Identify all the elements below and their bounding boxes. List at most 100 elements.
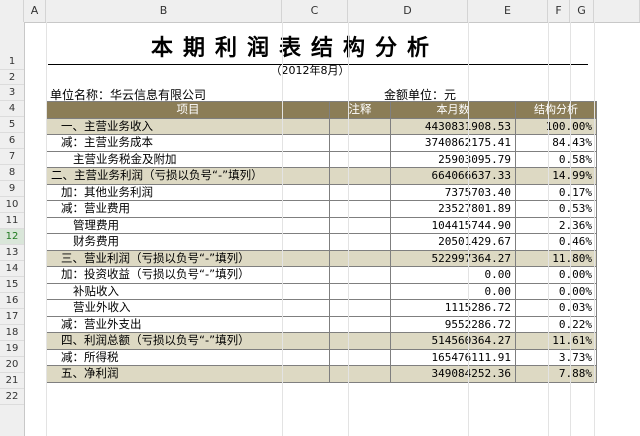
- item-cell[interactable]: 补贴收入: [46, 282, 330, 300]
- amount-cell[interactable]: 104415744.90: [390, 216, 516, 234]
- pct-cell[interactable]: 7.88%: [515, 365, 597, 383]
- amount-cell[interactable]: 1115286.72: [390, 299, 516, 317]
- pct-cell[interactable]: 0.53%: [515, 200, 597, 218]
- amount-cell[interactable]: 3740862175.41: [390, 134, 516, 152]
- header-note[interactable]: 注释: [329, 101, 391, 119]
- amount-cell[interactable]: 0.00: [390, 266, 516, 284]
- column-header-C[interactable]: C: [282, 0, 348, 22]
- amount-cell[interactable]: 20501429.67: [390, 233, 516, 251]
- note-cell[interactable]: [329, 299, 391, 317]
- row-header-2[interactable]: 2: [0, 70, 24, 85]
- item-cell[interactable]: 财务费用: [46, 233, 330, 251]
- item-cell[interactable]: 减：所得税: [46, 348, 330, 366]
- row-header-8[interactable]: 8: [0, 165, 24, 181]
- note-cell[interactable]: [329, 365, 391, 383]
- row-header-18[interactable]: 18: [0, 325, 24, 341]
- row-header-9[interactable]: 9: [0, 181, 24, 197]
- note-cell[interactable]: [329, 282, 391, 300]
- column-header-A[interactable]: A: [24, 0, 46, 22]
- pct-cell[interactable]: 11.80%: [515, 249, 597, 267]
- item-cell[interactable]: 三、营业利润（亏损以负号“-”填列）: [46, 249, 330, 267]
- item-cell[interactable]: 管理费用: [46, 216, 330, 234]
- pct-cell[interactable]: 11.61%: [515, 332, 597, 350]
- header-amount[interactable]: 本月数: [390, 101, 516, 119]
- item-cell[interactable]: 五、净利润: [46, 365, 330, 383]
- row-header-10[interactable]: 10: [0, 197, 24, 213]
- item-cell[interactable]: 减：营业外支出: [46, 315, 330, 333]
- row-header-22[interactable]: 22: [0, 389, 24, 405]
- item-cell[interactable]: 二、主营业务利润（亏损以负号“-”填列）: [46, 167, 330, 185]
- row-header-13[interactable]: 13: [0, 245, 24, 261]
- note-cell[interactable]: [329, 167, 391, 185]
- row-header-17[interactable]: 17: [0, 309, 24, 325]
- pct-cell[interactable]: 100.00%: [515, 117, 597, 135]
- item-cell[interactable]: 营业外收入: [46, 299, 330, 317]
- column-header-G[interactable]: G: [570, 0, 594, 22]
- note-cell[interactable]: [329, 200, 391, 218]
- pct-cell[interactable]: 2.36%: [515, 216, 597, 234]
- column-header-F[interactable]: F: [548, 0, 570, 22]
- row-header-11[interactable]: 11: [0, 213, 24, 229]
- item-cell[interactable]: 四、利润总额（亏损以负号“-”填列）: [46, 332, 330, 350]
- note-cell[interactable]: [329, 249, 391, 267]
- row-header-7[interactable]: 7: [0, 149, 24, 165]
- pct-cell[interactable]: 0.03%: [515, 299, 597, 317]
- header-pct[interactable]: 结构分析: [515, 101, 597, 119]
- pct-cell[interactable]: 0.00%: [515, 282, 597, 300]
- note-cell[interactable]: [329, 216, 391, 234]
- item-cell[interactable]: 一、主营业务收入: [46, 117, 330, 135]
- row-header-21[interactable]: 21: [0, 373, 24, 389]
- amount-cell[interactable]: 522997364.27: [390, 249, 516, 267]
- note-cell[interactable]: [329, 134, 391, 152]
- row-header-12[interactable]: 12: [0, 229, 24, 245]
- column-header-E[interactable]: E: [468, 0, 548, 22]
- column-header-B[interactable]: B: [46, 0, 282, 22]
- column-header-bar: ABCDEFG: [0, 0, 640, 23]
- row-header-6[interactable]: 6: [0, 133, 24, 149]
- item-cell[interactable]: 减：主营业务成本: [46, 134, 330, 152]
- pct-cell[interactable]: 0.22%: [515, 315, 597, 333]
- note-cell[interactable]: [329, 183, 391, 201]
- column-header-blank[interactable]: [594, 0, 640, 22]
- row-header-3[interactable]: 3: [0, 85, 24, 101]
- amount-cell[interactable]: 7375703.40: [390, 183, 516, 201]
- amount-cell[interactable]: 664066637.33: [390, 167, 516, 185]
- pct-cell[interactable]: 0.58%: [515, 150, 597, 168]
- row-header-5[interactable]: 5: [0, 117, 24, 133]
- item-cell[interactable]: 减：营业费用: [46, 200, 330, 218]
- row-header-19[interactable]: 19: [0, 341, 24, 357]
- row-header-16[interactable]: 16: [0, 293, 24, 309]
- pct-cell[interactable]: 0.00%: [515, 266, 597, 284]
- item-cell[interactable]: 加：投资收益（亏损以负号“-”填列）: [46, 266, 330, 284]
- amount-cell[interactable]: 0.00: [390, 282, 516, 300]
- row-header-20[interactable]: 20: [0, 357, 24, 373]
- item-cell[interactable]: 主营业务税金及附加: [46, 150, 330, 168]
- column-header-blank[interactable]: [0, 0, 24, 22]
- row-header-4[interactable]: 4: [0, 101, 24, 117]
- pct-cell[interactable]: 0.46%: [515, 233, 597, 251]
- header-item[interactable]: 项目: [46, 101, 330, 119]
- pct-cell[interactable]: 14.99%: [515, 167, 597, 185]
- note-cell[interactable]: [329, 348, 391, 366]
- amount-cell[interactable]: 349084252.36: [390, 365, 516, 383]
- item-cell[interactable]: 加：其他业务利润: [46, 183, 330, 201]
- note-cell[interactable]: [329, 266, 391, 284]
- note-cell[interactable]: [329, 233, 391, 251]
- pct-cell[interactable]: 84.43%: [515, 134, 597, 152]
- column-header-D[interactable]: D: [348, 0, 468, 22]
- row-header-14[interactable]: 14: [0, 261, 24, 277]
- row-header-15[interactable]: 15: [0, 277, 24, 293]
- amount-cell[interactable]: 4430831908.53: [390, 117, 516, 135]
- row-header-1[interactable]: 1: [0, 22, 24, 70]
- amount-cell[interactable]: 25903095.79: [390, 150, 516, 168]
- note-cell[interactable]: [329, 150, 391, 168]
- note-cell[interactable]: [329, 332, 391, 350]
- amount-cell[interactable]: 9552286.72: [390, 315, 516, 333]
- pct-cell[interactable]: 0.17%: [515, 183, 597, 201]
- pct-cell[interactable]: 3.73%: [515, 348, 597, 366]
- amount-cell[interactable]: 514560364.27: [390, 332, 516, 350]
- amount-cell[interactable]: 23527801.89: [390, 200, 516, 218]
- note-cell[interactable]: [329, 117, 391, 135]
- amount-cell[interactable]: 165476111.91: [390, 348, 516, 366]
- note-cell[interactable]: [329, 315, 391, 333]
